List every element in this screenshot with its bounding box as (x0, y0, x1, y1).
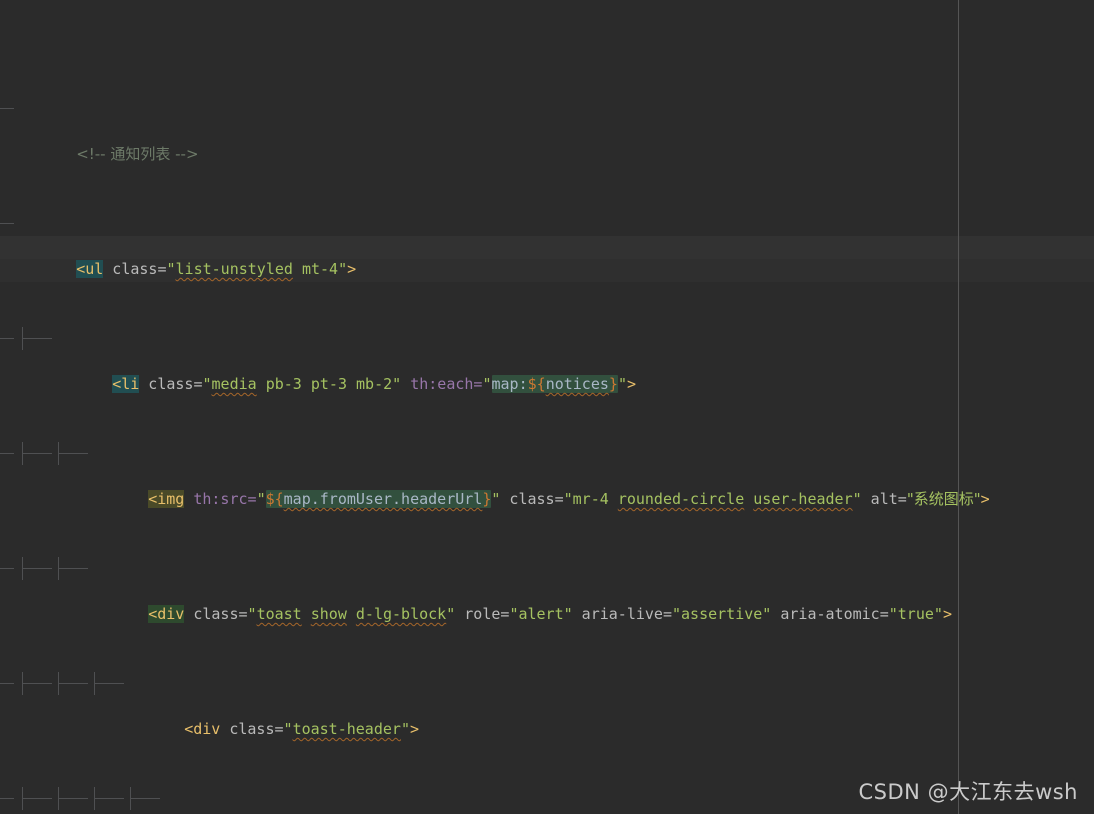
indent-guides (0, 327, 1094, 350)
code-line[interactable]: <li class="media pb-3 pt-3 mb-2" th:each… (0, 327, 1094, 393)
indent-guides (0, 212, 1094, 235)
indent-guides (0, 97, 1094, 120)
indent-guides (0, 442, 1094, 465)
code-line[interactable]: <img th:src="${map.fromUser.headerUrl}" … (0, 442, 1094, 508)
csdn-watermark: CSDN @大江东去wsh (858, 780, 1078, 804)
ide-code-editor[interactable]: <!-- 通知列表 --> <ul class="list-unstyled m… (0, 0, 1094, 814)
indent-guides (0, 557, 1094, 580)
code-line[interactable]: <div class="toast-header"> (0, 672, 1094, 738)
code-line[interactable]: <div class="toast show d-lg-block" role=… (0, 557, 1094, 623)
indent-guides (0, 672, 1094, 695)
code-content[interactable]: <!-- 通知列表 --> <ul class="list-unstyled m… (0, 5, 1094, 814)
token-comment: <!-- 通知列表 --> (76, 145, 199, 163)
code-line[interactable]: <ul class="list-unstyled mt-4"> (0, 212, 1094, 278)
code-line[interactable]: <!-- 通知列表 --> (0, 97, 1094, 163)
